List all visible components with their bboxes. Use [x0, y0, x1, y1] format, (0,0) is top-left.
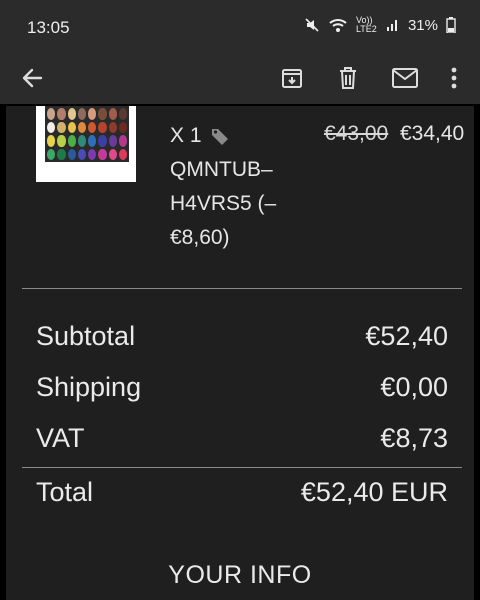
delete-icon[interactable] — [332, 62, 364, 94]
divider — [22, 288, 462, 289]
wifi-icon — [329, 19, 347, 32]
product-image — [36, 106, 136, 182]
your-info-heading: YOUR INFO — [168, 561, 312, 589]
subtotal-value: €52,40 — [365, 321, 448, 351]
order-summary-card: X 1 QMNTUB– H4VRS5 (– €8,60) €43,00 €34,… — [6, 106, 474, 600]
status-time: 13:05 — [27, 18, 70, 37]
divider — [22, 467, 462, 468]
battery-percent: 31% — [407, 16, 438, 34]
vat-label: VAT — [36, 423, 85, 453]
signal-icon — [386, 20, 397, 31]
tag-icon — [210, 126, 230, 146]
app-bar — [0, 52, 480, 106]
total-label: Total — [36, 477, 94, 507]
back-arrow-icon[interactable] — [16, 62, 48, 94]
mail-icon[interactable] — [389, 62, 421, 94]
item-quantity: X 1 — [170, 124, 202, 147]
total-value: €52,40 EUR — [300, 477, 448, 507]
discount-code-line-1: QMNTUB– — [170, 158, 273, 181]
mute-icon — [305, 18, 319, 32]
more-vert-icon[interactable] — [438, 62, 470, 94]
original-price: €43,00 — [324, 122, 389, 145]
shipping-value: €0,00 — [380, 372, 448, 402]
vat-value: €8,73 — [380, 423, 448, 453]
eyeshadow-palette-image — [45, 106, 129, 162]
status-bar: 13:05 Vo)) LTE2 31% — [0, 0, 480, 52]
discounted-price: €34,40 — [400, 122, 465, 145]
network-label: Vo)) LTE2 — [355, 15, 377, 34]
status-icons: Vo)) LTE2 31% — [304, 16, 456, 34]
subtotal-label: Subtotal — [36, 321, 136, 351]
shipping-label: Shipping — [36, 372, 142, 402]
email-content: X 1 QMNTUB– H4VRS5 (– €8,60) €43,00 €34,… — [0, 106, 480, 600]
battery-icon — [446, 17, 456, 33]
item-quantity-row: X 1 — [170, 122, 230, 150]
archive-icon[interactable] — [276, 62, 308, 94]
discount-amount: €8,60) — [170, 226, 230, 249]
discount-code-line-2: H4VRS5 (– — [170, 192, 277, 215]
